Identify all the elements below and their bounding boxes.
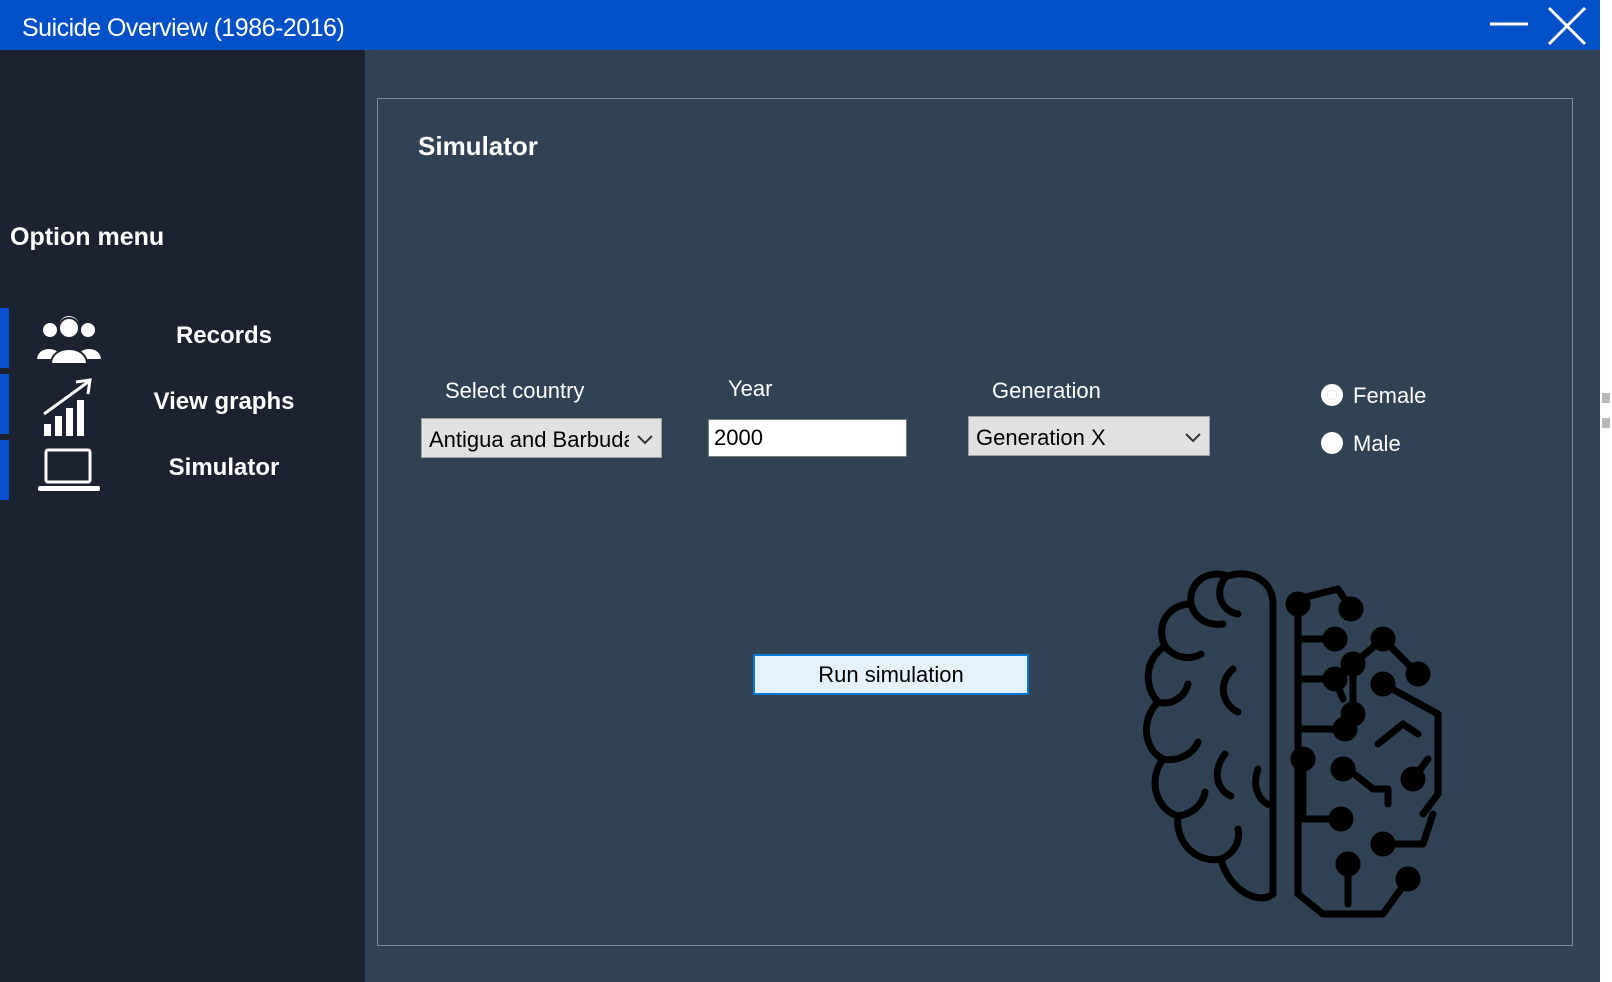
sidebar: Option menu Records View graphs Simulato… (0, 50, 365, 982)
active-indicator (0, 308, 9, 368)
title-bar: Suicide Overview (1986-2016) (0, 0, 1600, 50)
option-menu-heading: Option menu (10, 223, 165, 251)
sidebar-item-simulator[interactable]: Simulator (0, 440, 365, 506)
active-indicator (0, 374, 9, 434)
generation-select[interactable]: Generation X (968, 416, 1210, 456)
scrollbar-tick (1602, 418, 1610, 428)
chart-icon (36, 378, 102, 436)
female-radio-label: Female (1353, 383, 1427, 408)
brain-circuit-icon (1113, 564, 1463, 944)
radio-unchecked-icon (1321, 432, 1343, 454)
chevron-down-icon (635, 429, 655, 449)
sidebar-item-label: Simulator (168, 454, 280, 481)
active-indicator (0, 440, 9, 500)
year-input[interactable] (708, 419, 907, 457)
run-simulation-button[interactable]: Run simulation (753, 654, 1029, 695)
sidebar-item-view-graphs[interactable]: View graphs (0, 374, 365, 440)
minimize-icon[interactable] (1486, 6, 1530, 46)
sidebar-item-records[interactable]: Records (0, 308, 365, 374)
laptop-icon (36, 444, 102, 500)
country-select[interactable]: Antigua and Barbuda (421, 418, 662, 458)
window-title: Suicide Overview (1986-2016) (22, 14, 345, 42)
year-label: Year (728, 376, 773, 401)
simulator-title: Simulator (418, 131, 538, 161)
sidebar-item-label: View graphs (153, 388, 295, 415)
main-panel: Simulator Select country Antigua and Bar… (365, 50, 1600, 982)
chevron-down-icon (1183, 427, 1203, 447)
generation-label: Generation (992, 378, 1101, 403)
generation-select-value: Generation X (976, 425, 1106, 450)
close-icon[interactable] (1544, 6, 1588, 46)
scrollbar-tick (1602, 393, 1610, 403)
radio-checked-icon (1321, 384, 1343, 406)
simulator-group: Simulator Select country Antigua and Bar… (377, 98, 1573, 946)
users-icon (34, 312, 104, 368)
sidebar-item-label: Records (175, 322, 273, 349)
country-select-value: Antigua and Barbuda (429, 427, 629, 452)
male-radio-label: Male (1353, 431, 1401, 456)
country-label: Select country (445, 378, 585, 403)
